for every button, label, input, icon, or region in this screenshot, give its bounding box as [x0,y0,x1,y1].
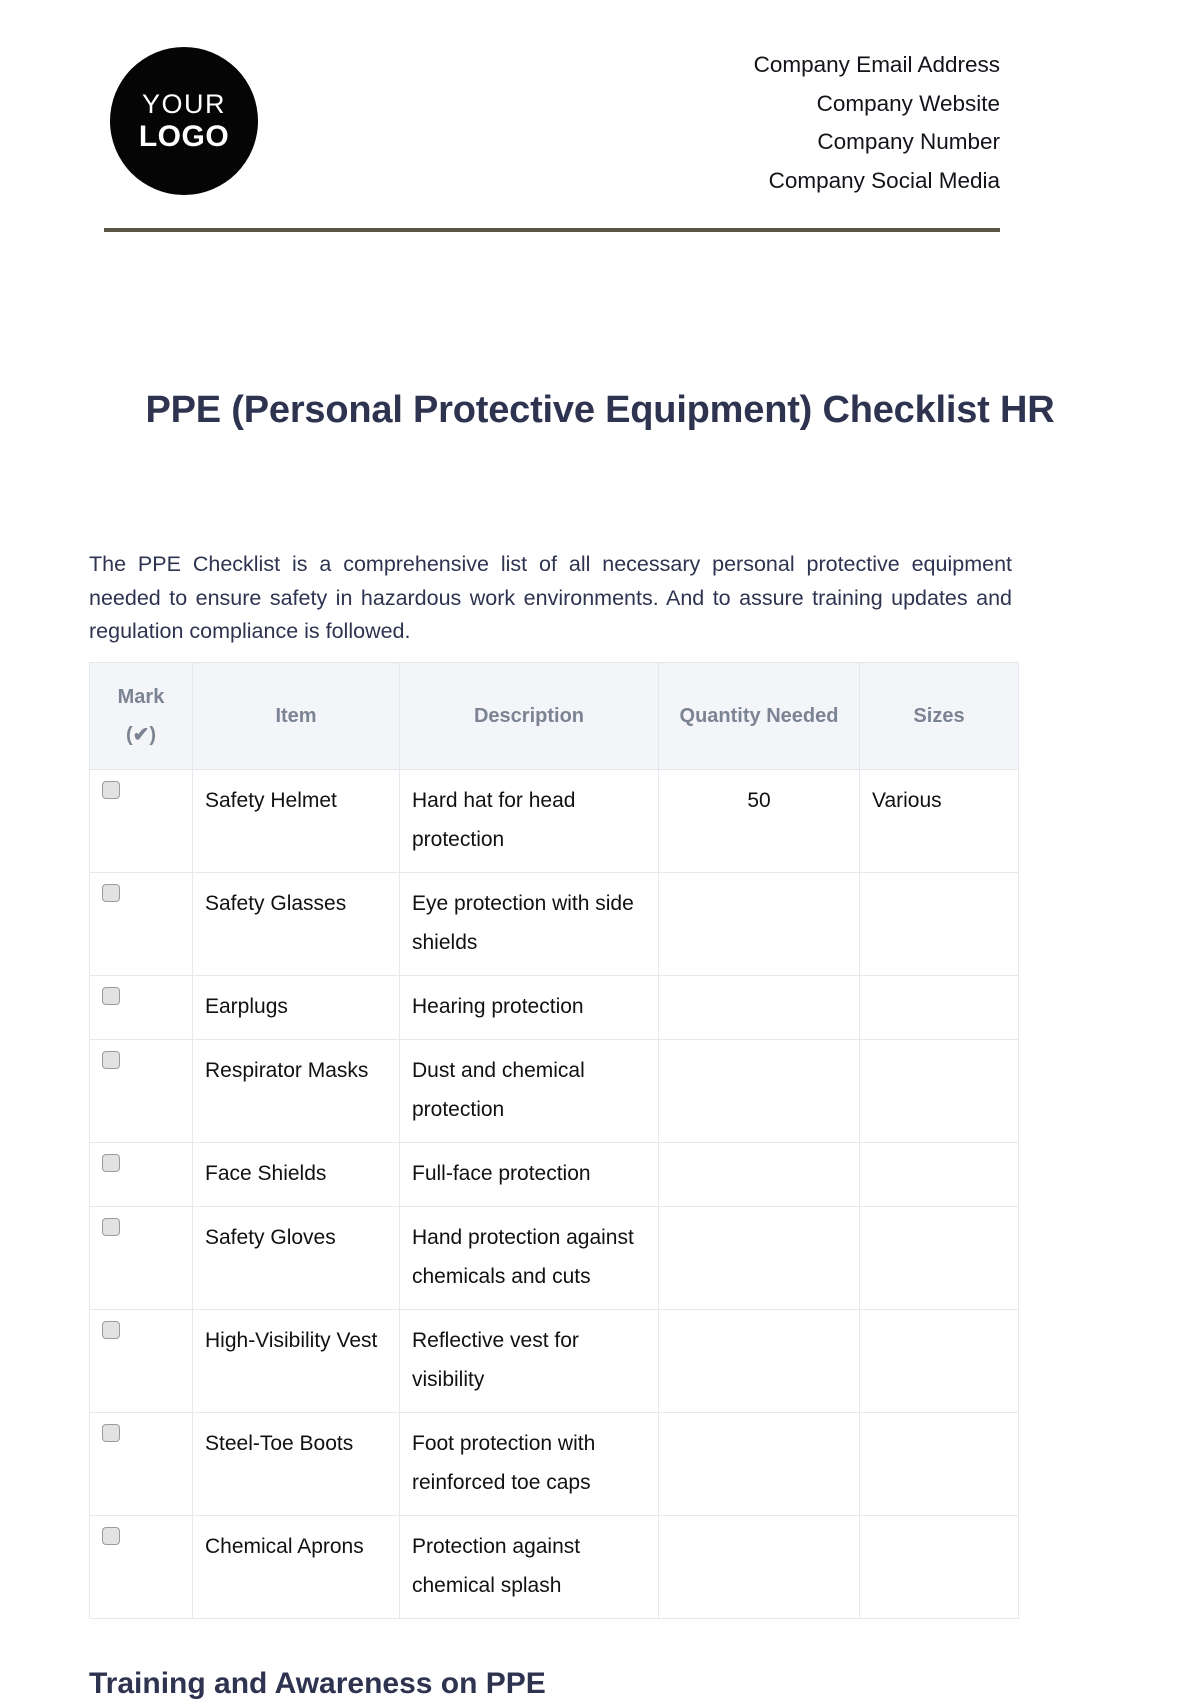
ppe-checklist-table: Mark (✔) Item Description Quantity Neede… [89,662,1019,1619]
ppe-checklist-table-wrapper: Mark (✔) Item Description Quantity Neede… [89,662,1019,1619]
intro-paragraph: The PPE Checklist is a comprehensive lis… [89,552,1012,643]
company-logo: YOUR LOGO [110,47,258,195]
cell-mark [89,1206,193,1310]
row-checkbox[interactable] [102,1218,120,1236]
cell-quantity [658,1412,860,1516]
cell-size [859,975,1019,1040]
contact-social-media: Company Social Media [768,167,1000,193]
cell-size [859,1142,1019,1207]
header-divider [104,228,1000,232]
cell-quantity: 50 [658,769,860,873]
cell-mark [89,1309,193,1413]
cell-item: Safety Gloves [192,1206,400,1310]
cell-quantity [658,872,860,976]
table-row: Safety Glasses Eye protection with side s… [89,872,1019,976]
column-header-sizes: Sizes [859,662,1019,770]
cell-mark [89,769,193,873]
cell-description: Protection against chemical splash [399,1515,659,1619]
table-body: Safety Helmet Hard hat for head protectio… [89,769,1019,1619]
row-checkbox[interactable] [102,1424,120,1442]
table-row: Earplugs Hearing protection [89,975,1019,1040]
cell-item: Respirator Masks [192,1039,400,1143]
table-row: High-Visibility Vest Reflective vest for … [89,1309,1019,1413]
cell-mark [89,975,193,1040]
table-row: Face Shields Full-face protection [89,1142,1019,1207]
row-checkbox[interactable] [102,1527,120,1545]
cell-item: Earplugs [192,975,400,1040]
section-heading-training: Training and Awareness on PPE [89,1667,546,1700]
cell-mark [89,1515,193,1619]
cell-item: Face Shields [192,1142,400,1207]
table-row: Safety Helmet Hard hat for head protectio… [89,769,1019,873]
cell-description: Reflective vest for visibility [399,1309,659,1413]
cell-size [859,1206,1019,1310]
cell-quantity [658,1206,860,1310]
contact-number: Company Number [817,129,1000,154]
table-row: Chemical Aprons Protection against chemic… [89,1515,1019,1619]
logo-line-logo: LOGO [138,119,230,153]
row-checkbox[interactable] [102,1321,120,1339]
cell-item: High-Visibility Vest [192,1309,400,1413]
column-header-quantity-needed: Quantity Needed [658,662,860,770]
cell-size [859,1412,1019,1516]
cell-mark [89,1412,193,1516]
company-contact-block: Company Email Address Company Website Co… [440,46,1000,200]
table-row: Respirator Masks Dust and chemical protec… [89,1039,1019,1143]
cell-item: Steel-Toe Boots [192,1412,400,1516]
cell-mark [89,872,193,976]
cell-mark [89,1142,193,1207]
cell-quantity [658,1515,860,1619]
document-header: YOUR LOGO Company Email Address Company … [104,40,1000,200]
table-header: Mark (✔) Item Description Quantity Neede… [89,662,1019,770]
logo-line-your: YOUR [141,88,226,119]
page-title: PPE (Personal Protective Equipment) Chec… [145,389,1055,431]
cell-description: Full-face protection [399,1142,659,1207]
cell-item: Chemical Aprons [192,1515,400,1619]
cell-size [859,872,1019,976]
cell-quantity [658,1039,860,1143]
table-row: Steel-Toe Boots Foot protection with rein… [89,1412,1019,1516]
contact-website: Company Website [816,90,1000,116]
row-checkbox[interactable] [102,884,120,902]
table-row: Safety Gloves Hand protection against che… [89,1206,1019,1310]
cell-size: Various [859,769,1019,873]
cell-quantity [658,975,860,1040]
table-header-row: Mark (✔) Item Description Quantity Neede… [89,662,1019,770]
column-header-mark: Mark (✔) [89,662,193,770]
cell-description: Dust and chemical protection [399,1039,659,1143]
cell-mark [89,1039,193,1143]
row-checkbox[interactable] [102,781,120,799]
cell-size [859,1515,1019,1619]
cell-description: Hand protection against chemicals and cu… [399,1206,659,1310]
cell-size [859,1309,1019,1413]
cell-size [859,1039,1019,1143]
document-page: YOUR LOGO Company Email Address Company … [0,0,1200,1700]
cell-item: Safety Glasses [192,872,400,976]
column-header-mark-line1: Mark [117,686,165,708]
column-header-mark-line2: (✔) [125,724,157,746]
cell-description: Hearing protection [399,975,659,1040]
cell-quantity [658,1142,860,1207]
cell-description: Foot protection with reinforced toe caps [399,1412,659,1516]
column-header-description: Description [399,662,659,770]
cell-quantity [658,1309,860,1413]
row-checkbox[interactable] [102,987,120,1005]
column-header-item: Item [192,662,400,770]
cell-description: Hard hat for head protection [399,769,659,873]
contact-email-address: Company Email Address [753,52,1000,77]
row-checkbox[interactable] [102,1154,120,1172]
row-checkbox[interactable] [102,1051,120,1069]
cell-item: Safety Helmet [192,769,400,873]
cell-description: Eye protection with side shields [399,872,659,976]
